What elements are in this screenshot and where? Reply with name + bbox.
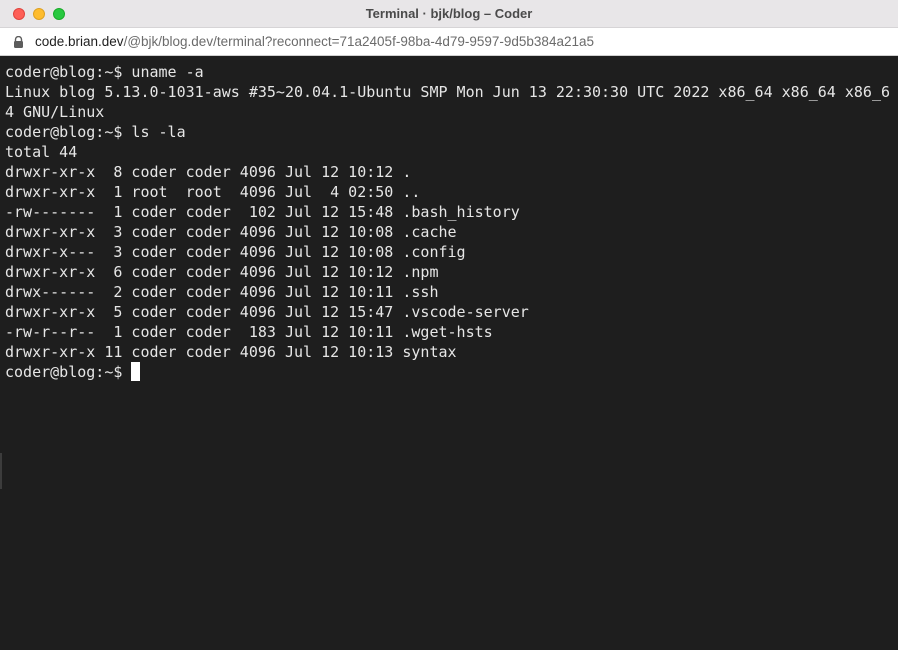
terminal-line: -rw------- 1 coder coder 102 Jul 12 15:4…: [5, 203, 520, 221]
terminal-line: drwxr-xr-x 8 coder coder 4096 Jul 12 10:…: [5, 163, 412, 181]
terminal-line: drwxr-x--- 3 coder coder 4096 Jul 12 10:…: [5, 243, 466, 261]
title-bar: Terminal · bjk/blog – Coder: [0, 0, 898, 28]
window-title: Terminal · bjk/blog – Coder: [365, 6, 533, 21]
terminal-line: drwxr-xr-x 11 coder coder 4096 Jul 12 10…: [5, 343, 457, 361]
terminal-cursor: [131, 362, 141, 381]
url-path: /@bjk/blog.dev/terminal?reconnect=71a240…: [123, 34, 594, 49]
url-host: code.brian.dev: [35, 34, 124, 49]
scrollbar-mark: [0, 453, 2, 489]
terminal-line: drwxr-xr-x 3 coder coder 4096 Jul 12 10:…: [5, 223, 457, 241]
terminal-line: Linux blog 5.13.0-1031-aws #35~20.04.1-U…: [5, 83, 891, 101]
terminal-line: drwxr-xr-x 5 coder coder 4096 Jul 12 15:…: [5, 303, 529, 321]
terminal-line: coder@blog:~$ ls -la: [5, 123, 186, 141]
terminal-line: -rw-r--r-- 1 coder coder 183 Jul 12 10:1…: [5, 323, 493, 341]
terminal-output[interactable]: coder@blog:~$ uname -a Linux blog 5.13.0…: [0, 56, 898, 650]
browser-window: Terminal · bjk/blog – Coder code.brian.d…: [0, 0, 898, 650]
address-bar[interactable]: code.brian.dev/@bjk/blog.dev/terminal?re…: [0, 28, 898, 56]
terminal-line: coder@blog:~$ uname -a: [5, 63, 204, 81]
terminal-line: drwxr-xr-x 1 root root 4096 Jul 4 02:50 …: [5, 183, 421, 201]
url-text[interactable]: code.brian.dev/@bjk/blog.dev/terminal?re…: [35, 28, 594, 56]
lock-icon: [14, 36, 23, 48]
terminal-line: drwx------ 2 coder coder 4096 Jul 12 10:…: [5, 283, 439, 301]
terminal-prompt-line[interactable]: coder@blog:~$: [5, 362, 898, 382]
terminal-line: drwxr-xr-x 6 coder coder 4096 Jul 12 10:…: [5, 263, 439, 281]
terminal-prompt: coder@blog:~$: [5, 363, 123, 381]
terminal-line: 4 GNU/Linux: [5, 103, 105, 121]
terminal-line: total 44: [5, 143, 78, 161]
